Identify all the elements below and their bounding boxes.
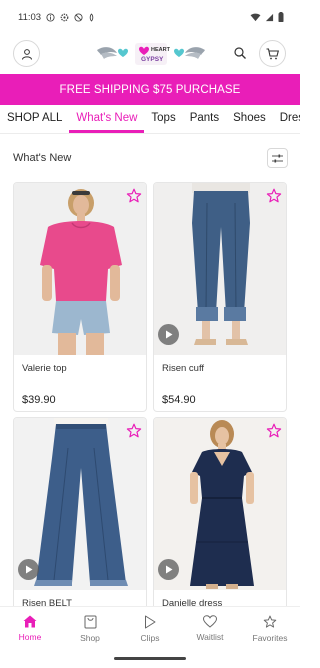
- section-title: What's New: [13, 152, 72, 164]
- dnd-icon: [89, 12, 94, 22]
- product-name: Risen cuff: [162, 363, 205, 374]
- search-button[interactable]: [233, 46, 249, 62]
- promo-banner[interactable]: FREE SHIPPING $75 PURCHASE: [0, 74, 300, 105]
- bottom-nav: Home Shop Clips Waitlist Favorites: [0, 606, 300, 650]
- play-icon: [25, 565, 32, 574]
- nav-clips[interactable]: Clips: [120, 607, 180, 650]
- product-card[interactable]: Danielle dress: [153, 417, 287, 617]
- signal-icon: [265, 13, 274, 21]
- product-card[interactable]: Risen BELT: [13, 417, 147, 617]
- nav-label: Waitlist: [196, 632, 224, 642]
- product-price: $54.90: [162, 394, 196, 406]
- account-icon: [21, 48, 32, 60]
- tab-whats-new[interactable]: What's New: [69, 106, 145, 133]
- play-icon: [145, 615, 156, 629]
- wifi-icon: [250, 13, 261, 21]
- tab-dresses[interactable]: Dresses: [273, 106, 300, 133]
- favorite-star-icon[interactable]: [266, 188, 282, 204]
- product-card[interactable]: Risen cuff $54.90: [153, 182, 287, 412]
- nav-label: Home: [18, 632, 42, 642]
- status-time: 11:03: [18, 11, 42, 23]
- nav-label: Clips: [140, 633, 160, 643]
- tab-pants[interactable]: Pants: [183, 106, 226, 133]
- play-icon: [165, 565, 172, 574]
- battery-icon: [278, 12, 284, 22]
- video-play-button[interactable]: [158, 559, 179, 580]
- app-header: HEART GYPSY: [0, 38, 300, 70]
- nav-favorites[interactable]: Favorites: [240, 607, 300, 650]
- brand-logo[interactable]: HEART GYPSY: [95, 41, 207, 67]
- video-play-button[interactable]: [18, 559, 39, 580]
- svg-text:HEART: HEART: [151, 47, 171, 53]
- info-icon: [46, 12, 55, 22]
- nav-waitlist[interactable]: Waitlist: [180, 607, 240, 650]
- filter-button[interactable]: [267, 148, 288, 168]
- section-header: What's New: [13, 145, 288, 171]
- tab-shoes[interactable]: Shoes: [226, 106, 273, 133]
- nav-label: Favorites: [252, 633, 288, 643]
- product-name: Valerie top: [22, 363, 67, 374]
- product-image[interactable]: [14, 418, 146, 590]
- nav-shop[interactable]: Shop: [60, 607, 120, 650]
- product-card[interactable]: Valerie top $39.90: [13, 182, 147, 412]
- tab-shop-all[interactable]: SHOP ALL: [0, 106, 69, 133]
- play-icon: [165, 330, 172, 339]
- heart-icon: [203, 615, 217, 628]
- product-price: $39.90: [22, 394, 56, 406]
- cart-button[interactable]: [259, 40, 286, 67]
- account-button[interactable]: [13, 40, 40, 67]
- promo-text: FREE SHIPPING $75 PURCHASE: [59, 83, 241, 96]
- category-tabs: SHOP ALL What's New Tops Pants Shoes Dre…: [0, 106, 300, 134]
- nav-home[interactable]: Home: [0, 607, 60, 650]
- favorite-star-icon[interactable]: [126, 423, 142, 439]
- settings-icon: [60, 13, 69, 21]
- star-icon: [263, 615, 277, 628]
- sliders-icon: [272, 154, 283, 162]
- nav-label: Shop: [80, 633, 100, 643]
- blocked-icon: [74, 12, 83, 22]
- favorite-star-icon[interactable]: [266, 423, 282, 439]
- product-image[interactable]: [154, 418, 286, 590]
- cart-icon: [266, 47, 279, 59]
- status-bar: 11:03: [0, 0, 300, 34]
- product-image[interactable]: [154, 183, 286, 355]
- favorite-star-icon[interactable]: [126, 188, 142, 204]
- tab-tops[interactable]: Tops: [144, 106, 182, 133]
- video-play-button[interactable]: [158, 324, 179, 345]
- search-icon: [234, 47, 246, 59]
- shopping-bag-icon: [84, 615, 96, 629]
- home-indicator[interactable]: [114, 657, 186, 660]
- svg-text:GYPSY: GYPSY: [141, 56, 164, 63]
- product-image[interactable]: [14, 183, 146, 355]
- home-icon: [23, 615, 37, 628]
